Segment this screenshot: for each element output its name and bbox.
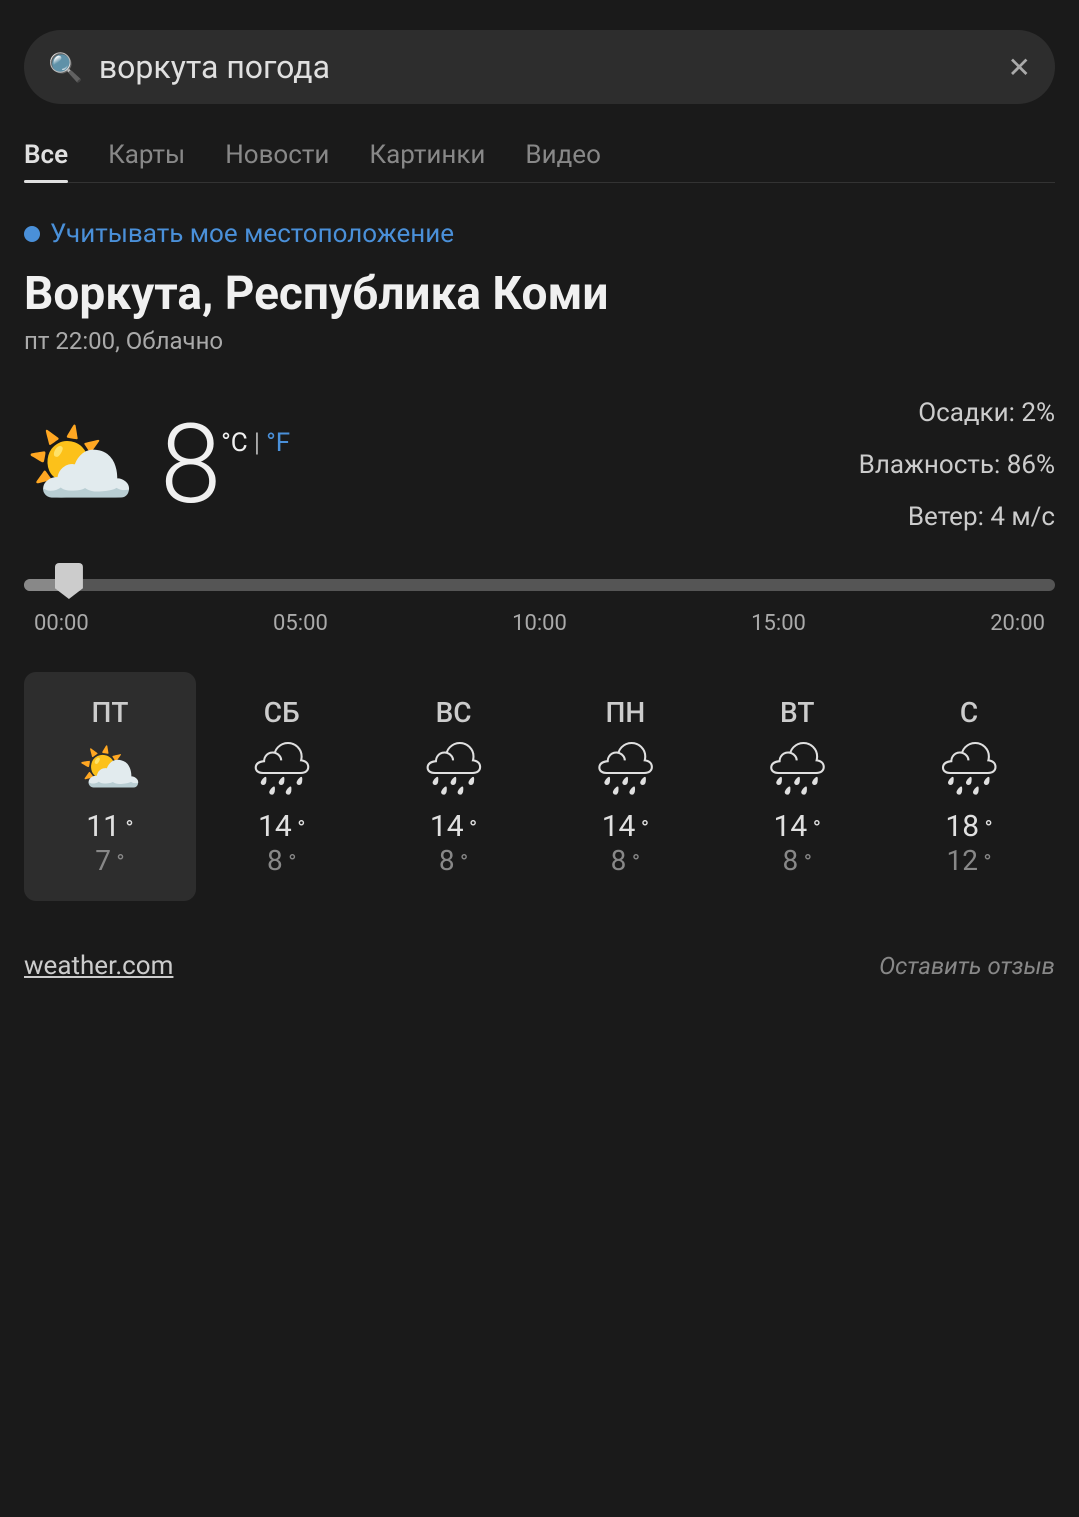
day-low-0: 7 ° (86, 844, 133, 877)
unit-separator: | (254, 428, 260, 458)
day-name-5: С (960, 696, 978, 729)
forecast-day-4[interactable]: ВТ 🌧 14 ° 8 ° (711, 672, 883, 901)
tab-video[interactable]: Видео (525, 140, 601, 182)
day-name-1: СБ (264, 696, 300, 729)
clear-icon[interactable]: ✕ (1008, 51, 1031, 84)
day-temps-5: 18 ° 12 ° (945, 809, 992, 877)
celsius-unit[interactable]: °C (221, 428, 248, 458)
timeline-label-0: 00:00 (34, 611, 89, 636)
timeline-label-4: 20:00 (990, 611, 1045, 636)
day-low-3: 8 ° (602, 844, 649, 877)
day-temps-3: 14 ° 8 ° (602, 809, 649, 877)
forecast-section: ПТ ⛅ 11 ° 7 ° СБ 🌧 14 ° 8 ° ВС 🌧 14 ° 8 … (24, 672, 1055, 901)
day-high-2: 14 ° (430, 809, 477, 844)
day-name-2: ВС (436, 696, 472, 729)
weather-icon-large: ⛅ (24, 420, 136, 510)
precipitation-label: Осадки: 2% (859, 387, 1055, 439)
day-name-4: ВТ (780, 696, 814, 729)
day-high-5: 18 ° (945, 809, 992, 844)
search-bar: 🔍 ✕ (24, 30, 1055, 104)
temperature-value: 8 (160, 410, 221, 520)
search-input[interactable] (99, 48, 992, 86)
day-temps-4: 14 ° 8 ° (774, 809, 821, 877)
forecast-day-3[interactable]: ПН 🌧 14 ° 8 ° (539, 672, 711, 901)
day-high-0: 11 ° (86, 809, 133, 844)
location-dot-icon (24, 226, 40, 242)
day-icon-0: ⛅ (78, 743, 143, 795)
day-name-0: ПТ (91, 696, 128, 729)
forecast-day-1[interactable]: СБ 🌧 14 ° 8 ° (196, 672, 368, 901)
timeline-label-3: 15:00 (751, 611, 806, 636)
day-icon-5: 🌧 (936, 743, 1002, 795)
source-link[interactable]: weather.com (24, 951, 173, 981)
feedback-link[interactable]: Оставить отзыв (879, 952, 1055, 980)
timeline-track (24, 579, 1055, 591)
location-text[interactable]: Учитывать мое местоположение (50, 219, 454, 249)
search-icon: 🔍 (48, 51, 83, 84)
timeline-label-2: 10:00 (512, 611, 567, 636)
weather-main: ⛅ 8 °C | °F Осадки: 2% Влажность: 86% Ве… (24, 387, 1055, 543)
day-low-4: 8 ° (774, 844, 821, 877)
day-icon-2: 🌧 (421, 743, 487, 795)
wind-label: Ветер: 4 м/с (859, 491, 1055, 543)
forecast-day-5[interactable]: С 🌧 18 ° 12 ° (883, 672, 1055, 901)
day-temps-1: 14 ° 8 ° (258, 809, 305, 877)
timeline-label-1: 05:00 (273, 611, 328, 636)
day-temps-2: 14 ° 8 ° (430, 809, 477, 877)
timeline-labels: 00:00 05:00 10:00 15:00 20:00 (24, 611, 1055, 636)
day-low-5: 12 ° (945, 844, 992, 877)
temperature-units: °C | °F (221, 428, 290, 458)
location-toggle[interactable]: Учитывать мое местоположение (24, 219, 1055, 249)
weather-details: Осадки: 2% Влажность: 86% Ветер: 4 м/с (859, 387, 1055, 543)
day-temps-0: 11 ° 7 ° (86, 809, 133, 877)
day-icon-4: 🌧 (764, 743, 830, 795)
forecast-day-2[interactable]: ВС 🌧 14 ° 8 ° (368, 672, 540, 901)
tab-images[interactable]: Картинки (369, 140, 485, 182)
tab-bar: Все Карты Новости Картинки Видео (24, 140, 1055, 183)
day-high-4: 14 ° (774, 809, 821, 844)
tab-maps[interactable]: Карты (108, 140, 185, 182)
footer: weather.com Оставить отзыв (24, 941, 1055, 981)
day-low-1: 8 ° (258, 844, 305, 877)
day-icon-1: 🌧 (249, 743, 315, 795)
forecast-day-0[interactable]: ПТ ⛅ 11 ° 7 ° (24, 672, 196, 901)
timeline-section: 00:00 05:00 10:00 15:00 20:00 (24, 579, 1055, 636)
tab-news[interactable]: Новости (225, 140, 329, 182)
day-low-2: 8 ° (430, 844, 477, 877)
city-time: пт 22:00, Облачно (24, 327, 1055, 355)
day-name-3: ПН (606, 696, 646, 729)
day-icon-3: 🌧 (592, 743, 658, 795)
city-name: Воркута, Республика Коми (24, 267, 1055, 321)
temperature-block: 8 °C | °F (160, 410, 290, 520)
timeline-thumb[interactable] (55, 563, 83, 599)
humidity-label: Влажность: 86% (859, 439, 1055, 491)
tab-all[interactable]: Все (24, 140, 68, 182)
day-high-3: 14 ° (602, 809, 649, 844)
day-high-1: 14 ° (258, 809, 305, 844)
fahrenheit-unit[interactable]: °F (266, 428, 290, 458)
